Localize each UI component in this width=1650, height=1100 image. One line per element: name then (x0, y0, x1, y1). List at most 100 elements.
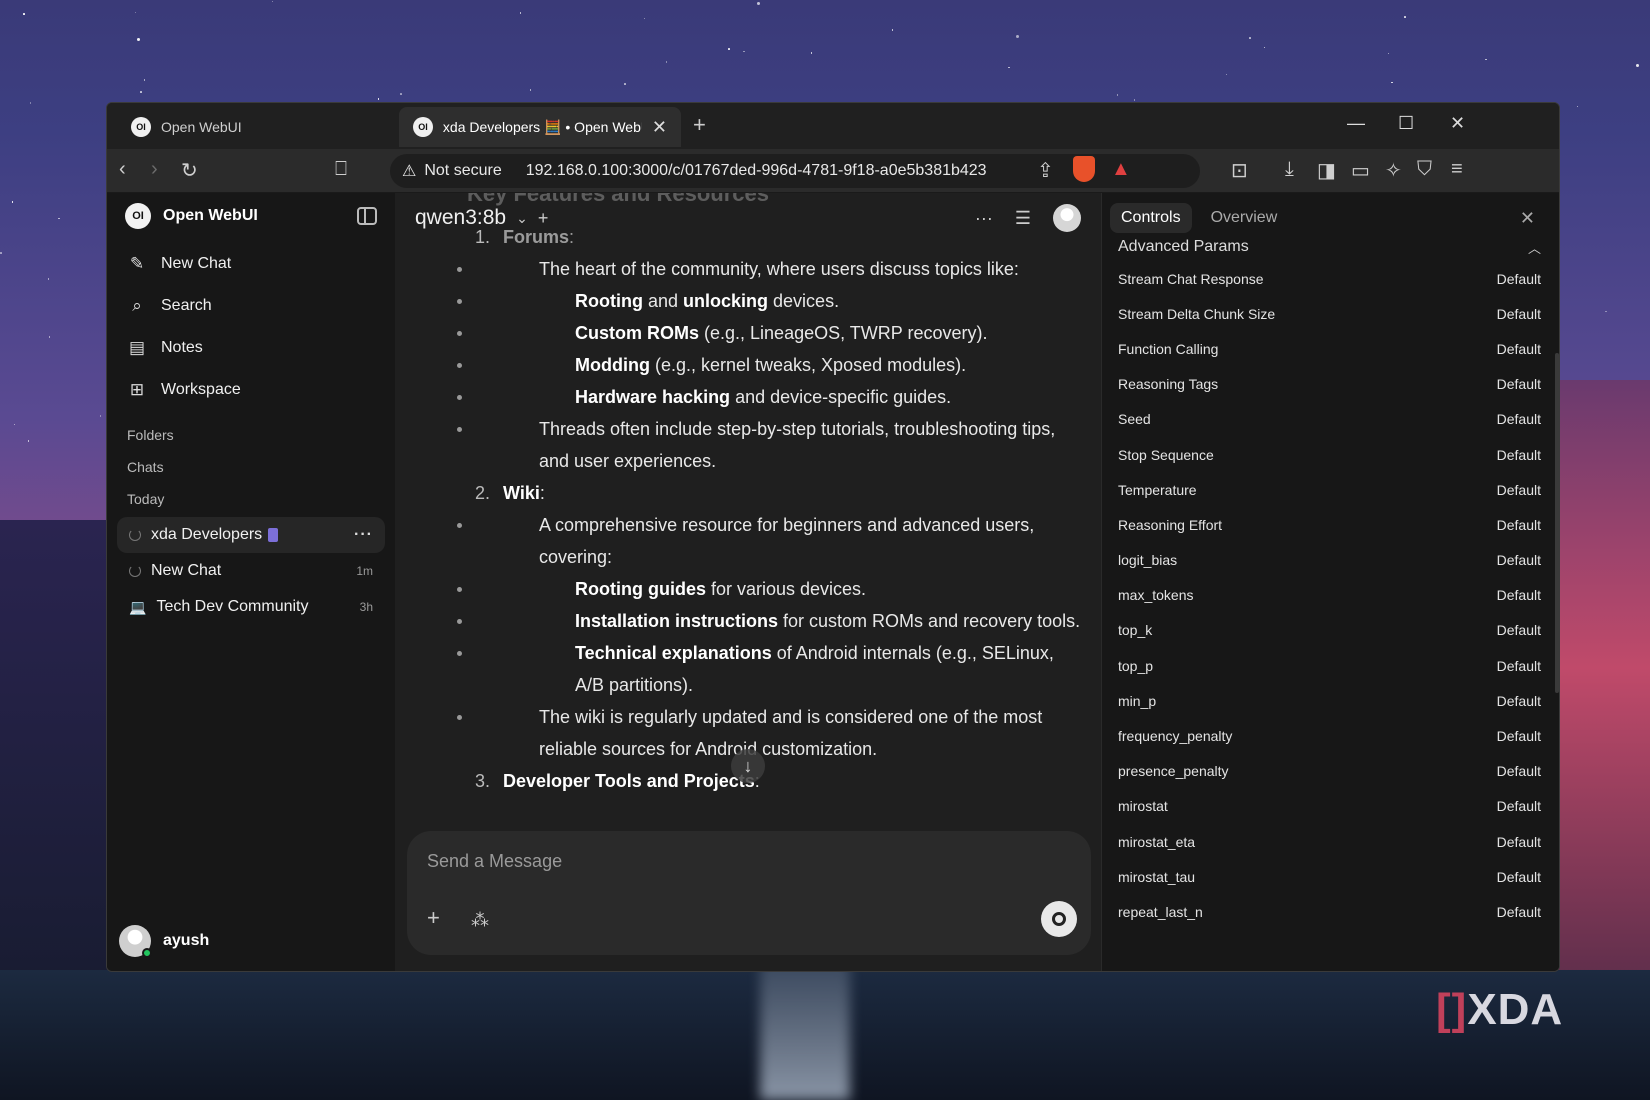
brave-rewards-icon[interactable]: ▲ (1111, 158, 1131, 181)
param-value[interactable]: Default (1497, 693, 1541, 709)
close-tab-icon[interactable]: ✕ (652, 117, 667, 138)
param-name: Seed (1118, 411, 1151, 428)
param-row[interactable]: mirostat_eta Default (1102, 824, 1559, 859)
tools-icon[interactable]: ⁂ (471, 910, 489, 931)
param-row[interactable]: top_p Default (1102, 648, 1559, 683)
param-value[interactable]: Default (1497, 834, 1541, 850)
xda-watermark: []XDA (1436, 985, 1564, 1034)
param-row[interactable]: Stop Sequence Default (1102, 437, 1559, 472)
menu-icon[interactable]: ≡ (1451, 158, 1463, 181)
close-window-icon[interactable]: ✕ (1450, 113, 1465, 134)
param-value[interactable]: Default (1497, 341, 1541, 357)
sidebar-item-search[interactable]: ⌕ Search (107, 285, 395, 327)
arrow-down-icon: ↓ (743, 755, 753, 776)
maximize-icon[interactable]: ☐ (1398, 113, 1414, 134)
chat-item[interactable]: 💻 Tech Dev Community 3h (117, 589, 385, 625)
message-composer: + ⁂ (407, 831, 1091, 955)
security-indicator[interactable]: ⚠ Not secure (390, 161, 516, 181)
close-icon[interactable]: ✕ (1520, 208, 1535, 229)
param-name: presence_penalty (1118, 763, 1229, 780)
param-row[interactable]: presence_penalty Default (1102, 754, 1559, 789)
param-name: mirostat_eta (1118, 833, 1196, 850)
tab-overview[interactable]: Overview (1200, 203, 1289, 233)
user-menu[interactable]: ayush (119, 925, 209, 958)
param-row[interactable]: logit_bias Default (1102, 543, 1559, 578)
leo-ai-icon[interactable]: ✧ (1385, 158, 1402, 183)
param-row[interactable]: Stream Delta Chunk Size Default (1102, 296, 1559, 331)
sidebar-item-workspace[interactable]: ⊞ Workspace (107, 369, 395, 411)
new-tab-icon[interactable]: + (693, 112, 706, 138)
sidebar-toggle-icon[interactable] (357, 207, 377, 225)
add-attachment-icon[interactable]: + (427, 905, 440, 931)
param-row[interactable]: frequency_penalty Default (1102, 718, 1559, 753)
screenshot-icon[interactable]: ⊡ (1231, 158, 1248, 183)
bookmark-icon[interactable]: ⎕ (335, 158, 347, 181)
param-value[interactable]: Default (1497, 517, 1541, 533)
model-selector[interactable]: qwen3:8b ⌄ + (415, 206, 548, 230)
minimize-icon[interactable]: — (1347, 113, 1365, 134)
param-value[interactable]: Default (1497, 587, 1541, 603)
tab-open-webui[interactable]: OI Open WebUI (117, 107, 387, 147)
param-value[interactable]: Default (1497, 411, 1541, 427)
vpn-icon[interactable]: ⛉ (1417, 158, 1432, 181)
chat-item[interactable]: New Chat 1m (117, 553, 385, 589)
scroll-to-bottom-button[interactable]: ↓ (731, 749, 765, 783)
param-value[interactable]: Default (1497, 482, 1541, 498)
param-value[interactable]: Default (1497, 658, 1541, 674)
user-avatar[interactable] (1053, 204, 1081, 232)
param-row[interactable]: mirostat Default (1102, 789, 1559, 824)
voice-mode-button[interactable] (1041, 901, 1077, 937)
more-options-icon[interactable]: ··· (354, 526, 373, 544)
forward-icon[interactable]: › (151, 158, 158, 181)
param-name: Stream Delta Chunk Size (1118, 305, 1276, 322)
controls-panel: Controls Overview ✕ Advanced Params ︿ St… (1101, 193, 1559, 971)
param-value[interactable]: Default (1497, 271, 1541, 287)
param-name: Stream Chat Response (1118, 270, 1264, 287)
param-value[interactable]: Default (1497, 306, 1541, 322)
tab-xda-developers[interactable]: OI xda Developers 🧮 • Open WebUI ✕ (399, 107, 681, 147)
more-options-icon[interactable]: ··· (975, 208, 993, 229)
param-row[interactable]: Temperature Default (1102, 472, 1559, 507)
download-icon[interactable]: ⤓ (1285, 158, 1294, 181)
brave-shields-icon[interactable] (1073, 156, 1095, 182)
param-row[interactable]: Stream Chat Response Default (1102, 261, 1559, 296)
param-value[interactable]: Default (1497, 552, 1541, 568)
param-row[interactable]: Reasoning Effort Default (1102, 507, 1559, 542)
add-model-icon[interactable]: + (538, 208, 549, 229)
advanced-params-header[interactable]: Advanced Params ︿ (1102, 233, 1559, 261)
folders-section[interactable]: Folders (107, 419, 395, 451)
controls-icon[interactable]: ☰ (1015, 208, 1031, 229)
share-icon[interactable]: ⇪ (1037, 158, 1054, 183)
param-value[interactable]: Default (1497, 869, 1541, 885)
chat-item[interactable]: xda Developers ··· (117, 517, 385, 553)
reload-icon[interactable]: ↻ (181, 158, 198, 183)
param-row[interactable]: repeat_last_n Default (1102, 894, 1559, 929)
param-row[interactable]: Reasoning Tags Default (1102, 367, 1559, 402)
panel-scrollbar[interactable] (1555, 353, 1559, 693)
sidebar-item-notes[interactable]: ▤ Notes (107, 327, 395, 369)
wallet-icon[interactable]: ▭ (1351, 158, 1370, 183)
param-row[interactable]: top_k Default (1102, 613, 1559, 648)
param-value[interactable]: Default (1497, 763, 1541, 779)
edit-icon: ✎ (129, 254, 145, 273)
param-row[interactable]: max_tokens Default (1102, 578, 1559, 613)
tab-controls[interactable]: Controls (1110, 203, 1192, 233)
sidebar-icon[interactable]: ◨ (1317, 158, 1336, 183)
param-value[interactable]: Default (1497, 447, 1541, 463)
param-value[interactable]: Default (1497, 798, 1541, 814)
sidebar-item-new-chat[interactable]: ✎ New Chat (107, 243, 395, 285)
param-value[interactable]: Default (1497, 904, 1541, 920)
param-row[interactable]: mirostat_tau Default (1102, 859, 1559, 894)
list-item: A comprehensive resource for beginners a… (457, 509, 1081, 573)
param-value[interactable]: Default (1497, 622, 1541, 638)
param-row[interactable]: Seed Default (1102, 402, 1559, 437)
param-value[interactable]: Default (1497, 728, 1541, 744)
param-row[interactable]: Function Calling Default (1102, 331, 1559, 366)
list-item: Hardware hacking and device-specific gui… (457, 381, 1081, 413)
openwebui-logo-icon: OI (125, 203, 151, 229)
param-row[interactable]: min_p Default (1102, 683, 1559, 718)
back-icon[interactable]: ‹ (119, 158, 126, 181)
message-input[interactable] (427, 851, 1067, 872)
param-value[interactable]: Default (1497, 376, 1541, 392)
chats-section[interactable]: Chats (107, 451, 395, 483)
